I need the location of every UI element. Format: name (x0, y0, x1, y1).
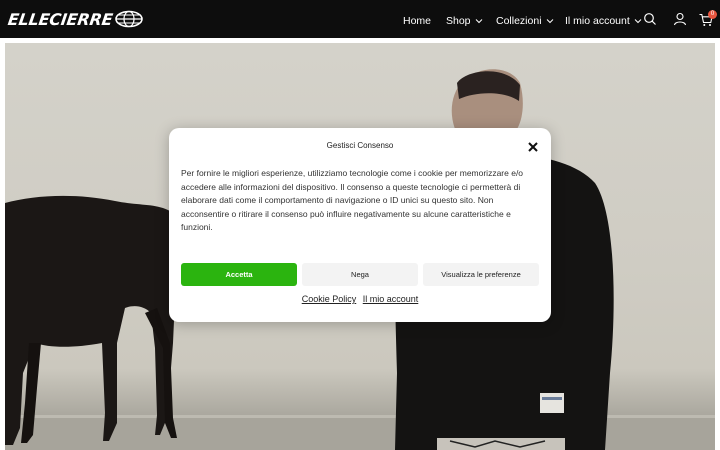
search-icon[interactable] (643, 12, 657, 26)
modal-title: Gestisci Consenso (326, 141, 394, 150)
nav-home-label: Home (403, 15, 432, 27)
nav-collezioni-label: Collezioni (496, 15, 542, 27)
site-header: ELLECIERRE Home Shop Collezioni Il mio a… (0, 0, 720, 38)
cart-count-badge: 0 (708, 10, 717, 19)
chevron-down-icon (634, 19, 642, 24)
globe-icon (115, 10, 144, 28)
logo-text: ELLECIERRE (6, 9, 114, 29)
nav-shop-label: Shop (446, 15, 471, 27)
nav-account[interactable]: Il mio account (565, 15, 642, 27)
close-icon[interactable] (527, 141, 539, 153)
chevron-down-icon (546, 19, 553, 24)
nav-home[interactable]: Home (403, 15, 431, 27)
nav-account-label: Il mio account (565, 15, 630, 27)
accept-button[interactable]: Accetta (181, 263, 297, 286)
logo[interactable]: ELLECIERRE (6, 9, 144, 29)
view-preferences-button[interactable]: Visualizza le preferenze (423, 263, 539, 286)
user-icon[interactable] (673, 12, 687, 26)
modal-links: Cookie Policy Il mio account (169, 294, 551, 304)
chevron-down-icon (475, 19, 482, 24)
nav-collezioni[interactable]: Collezioni (496, 15, 554, 27)
deny-button[interactable]: Nega (302, 263, 418, 286)
my-account-link[interactable]: Il mio account (363, 294, 419, 304)
nav-shop[interactable]: Shop (446, 15, 483, 27)
horse-figure (5, 195, 185, 445)
cookie-policy-link[interactable]: Cookie Policy (302, 294, 357, 304)
cookie-consent-modal: Gestisci Consenso Per fornire le miglior… (169, 128, 551, 322)
modal-body-text: Per fornire le migliori esperienze, util… (181, 168, 524, 233)
